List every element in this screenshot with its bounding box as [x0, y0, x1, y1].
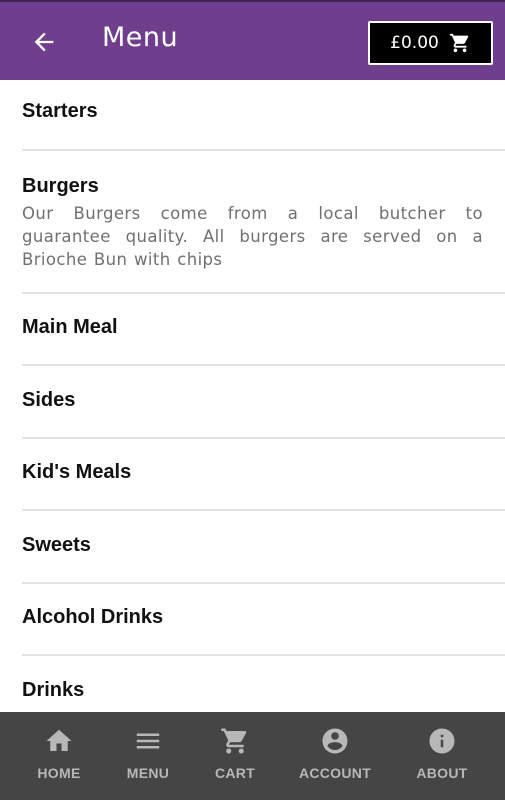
category-title: Drinks [22, 679, 85, 701]
info-icon [427, 726, 457, 756]
menu-category-main-meal[interactable]: Main Meal [0, 316, 505, 339]
home-icon [44, 726, 74, 756]
nav-label: CART [214, 765, 256, 781]
arrow-left-icon [34, 32, 54, 52]
nav-home[interactable]: HOME [9, 726, 109, 781]
nav-about[interactable]: ABOUT [392, 726, 492, 781]
nav-label: ACCOUNT [298, 765, 372, 781]
category-title: Sweets [22, 534, 91, 556]
cart-total-amount: £0.00 [390, 33, 439, 53]
nav-menu[interactable]: MENU [98, 726, 198, 781]
nav-cart[interactable]: CART [185, 726, 285, 781]
nav-label: MENU [126, 765, 170, 781]
divider [22, 364, 505, 366]
menu-category-list: Starters Burgers Our Burgers come from a… [0, 80, 505, 712]
back-button[interactable] [26, 24, 62, 60]
menu-category-burgers[interactable]: Burgers Our Burgers come from a local bu… [0, 175, 505, 271]
cart-icon [220, 726, 250, 756]
divider [22, 509, 505, 511]
cart-icon [449, 33, 469, 53]
divider [22, 292, 505, 294]
category-title: Kid's Meals [22, 461, 132, 483]
category-title: Main Meal [22, 316, 118, 338]
app-header: Menu £0.00 [0, 0, 505, 80]
menu-category-starters[interactable]: Starters [0, 100, 505, 123]
menu-category-drinks[interactable]: Drinks [0, 679, 505, 702]
category-title: Sides [22, 389, 76, 411]
category-title: Alcohol Drinks [22, 606, 164, 628]
divider [22, 582, 505, 584]
divider [22, 149, 505, 151]
page-title: Menu [102, 22, 179, 53]
menu-icon [133, 726, 163, 756]
menu-category-alcohol-drinks[interactable]: Alcohol Drinks [0, 606, 505, 629]
bottom-navigation: HOME MENU CART ACCOUNT ABOUT [0, 712, 505, 800]
nav-account[interactable]: ACCOUNT [285, 726, 385, 781]
app-screen: Menu £0.00 Starters Burgers Our Burgers … [0, 0, 505, 800]
menu-category-kids-meals[interactable]: Kid's Meals [0, 461, 505, 484]
category-title: Starters [22, 100, 98, 122]
account-icon [320, 726, 350, 756]
category-description: Our Burgers come from a local butcher to… [22, 204, 483, 269]
nav-label: ABOUT [416, 765, 468, 781]
menu-category-sides[interactable]: Sides [0, 389, 505, 412]
divider [22, 654, 505, 656]
category-title: Burgers [22, 175, 99, 197]
menu-category-sweets[interactable]: Sweets [0, 534, 505, 557]
divider [22, 437, 505, 439]
nav-label: HOME [37, 765, 81, 781]
cart-total-button[interactable]: £0.00 [368, 21, 493, 65]
